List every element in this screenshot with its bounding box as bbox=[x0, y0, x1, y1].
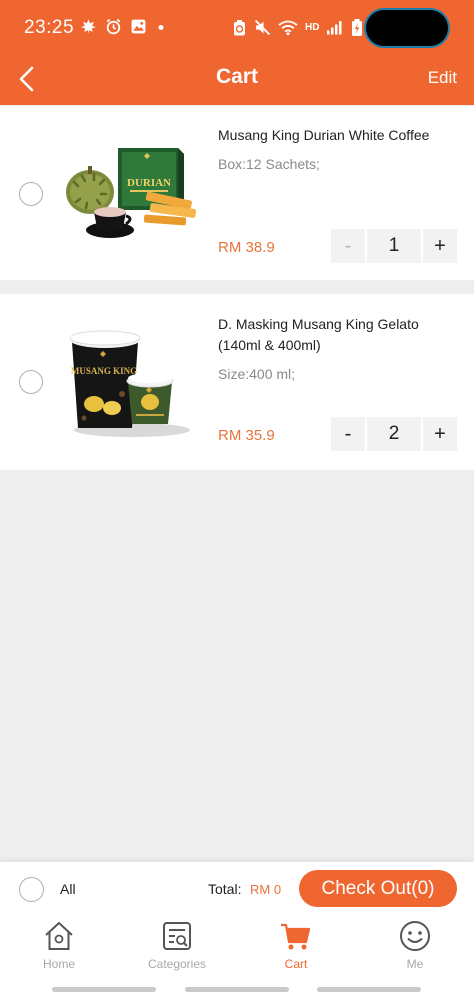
tab-me[interactable]: Me bbox=[356, 919, 474, 979]
system-nav-handle bbox=[52, 987, 156, 992]
navigation-bar: Cart Edit bbox=[0, 58, 474, 105]
tab-label: Home bbox=[42, 957, 75, 971]
item-name[interactable]: D. Masking Musang King Gelato (140ml & 4… bbox=[218, 314, 458, 356]
gallery-icon bbox=[131, 19, 146, 34]
tab-cart[interactable]: Cart bbox=[237, 919, 355, 979]
product-image-durian-coffee[interactable]: DURIAN bbox=[60, 144, 200, 254]
product-image-gelato[interactable]: MUSANG KING bbox=[60, 324, 200, 440]
checkout-bar: All Total: RM 0 Check Out(0) bbox=[0, 861, 474, 916]
tab-label: Categories bbox=[147, 957, 207, 971]
total-label: Total: bbox=[208, 881, 242, 897]
item-spec: Box:12 Sachets; bbox=[218, 156, 320, 172]
tab-label: Me bbox=[406, 957, 424, 971]
item-price: RM 35.9 bbox=[218, 427, 275, 444]
quantity-value[interactable]: 1 bbox=[367, 229, 421, 263]
tab-label: Cart bbox=[284, 957, 308, 971]
gelato-brand-text: MUSANG KING bbox=[71, 366, 137, 376]
checkout-button[interactable]: Check Out(0) bbox=[299, 870, 457, 907]
total-value: RM 0 bbox=[250, 882, 282, 897]
svg-text:DURIAN: DURIAN bbox=[127, 177, 171, 189]
signal-icon bbox=[327, 21, 342, 35]
quantity-stepper: - 2 + bbox=[331, 417, 457, 451]
item-select-checkbox[interactable] bbox=[19, 182, 43, 206]
mute-icon bbox=[254, 19, 271, 36]
bottom-tab-bar: Home Categories Cart Me bbox=[0, 915, 474, 1000]
status-bar: 23:25 HD bbox=[0, 0, 474, 58]
edit-button[interactable]: Edit bbox=[428, 68, 457, 88]
increase-quantity-button[interactable]: + bbox=[423, 229, 457, 263]
quantity-value[interactable]: 2 bbox=[367, 417, 421, 451]
tab-categories[interactable]: Categories bbox=[118, 919, 236, 979]
status-right-icons: HD bbox=[232, 18, 363, 37]
select-all-checkbox[interactable] bbox=[19, 877, 44, 902]
item-select-checkbox[interactable] bbox=[19, 370, 43, 394]
item-name[interactable]: Musang King Durian White Coffee bbox=[218, 125, 458, 146]
network-type-label: HD bbox=[305, 22, 320, 33]
status-time: 23:25 bbox=[24, 17, 75, 38]
cart-icon bbox=[281, 923, 311, 950]
decrease-quantity-button[interactable]: - bbox=[331, 417, 365, 451]
camera-cutout bbox=[366, 10, 448, 46]
home-icon bbox=[45, 922, 73, 950]
decrease-quantity-button[interactable]: - bbox=[331, 229, 365, 263]
item-price: RM 38.9 bbox=[218, 239, 275, 256]
battery-icon bbox=[352, 19, 363, 36]
tab-home[interactable]: Home bbox=[0, 919, 118, 979]
system-nav-handle[interactable] bbox=[185, 987, 289, 992]
dot-icon bbox=[158, 25, 164, 30]
increase-quantity-button[interactable]: + bbox=[423, 417, 457, 451]
categories-icon bbox=[163, 922, 191, 950]
leaf-icon bbox=[81, 19, 96, 34]
item-spec: Size:400 ml; bbox=[218, 366, 296, 382]
page-title: Cart bbox=[215, 65, 258, 88]
smiley-icon bbox=[400, 921, 430, 951]
cart-item: DURIAN Musang King Durian White Coffee B… bbox=[0, 106, 474, 280]
quantity-stepper: - 1 + bbox=[331, 229, 457, 263]
system-nav-handle bbox=[317, 987, 421, 992]
cart-item: MUSANG KING D. Masking Musang King Gelat… bbox=[0, 294, 474, 470]
battery-saver-icon bbox=[234, 19, 245, 35]
status-left-icons bbox=[80, 18, 167, 35]
alarm-icon bbox=[106, 18, 121, 35]
wifi-icon bbox=[278, 20, 298, 36]
select-all-label[interactable]: All bbox=[60, 881, 76, 897]
app-header: 23:25 HD Cart Edit bbox=[0, 0, 474, 105]
